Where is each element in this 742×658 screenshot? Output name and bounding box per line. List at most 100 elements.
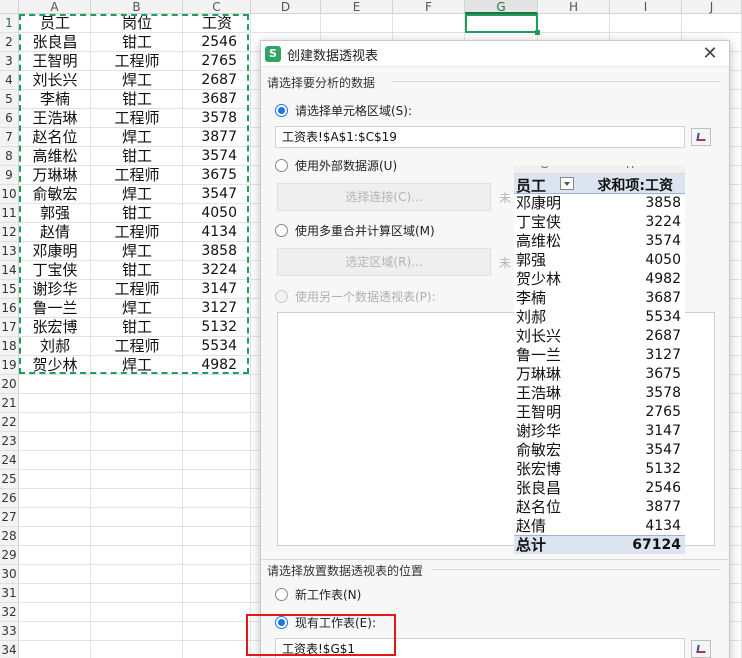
pivot-row[interactable]: 张良昌 2546 bbox=[514, 479, 685, 498]
option-cell-range-label: 请选择单元格区域(S): bbox=[295, 103, 413, 118]
select-all-corner[interactable] bbox=[0, 0, 19, 14]
pivot-row[interactable]: 鲁一兰 3127 bbox=[514, 346, 685, 365]
row-header[interactable]: 28 bbox=[0, 527, 19, 546]
annotation-highlight-box bbox=[246, 614, 396, 656]
row-header[interactable]: 33 bbox=[0, 622, 19, 641]
pivot-row[interactable]: 谢珍华 3147 bbox=[514, 422, 685, 441]
row-header[interactable]: 3 bbox=[0, 52, 19, 71]
row-header[interactable]: 4 bbox=[0, 71, 19, 90]
column-header[interactable]: F bbox=[393, 0, 465, 14]
connection-status-label: 未 bbox=[499, 191, 512, 205]
row-header[interactable]: 8 bbox=[0, 147, 19, 166]
column-header[interactable]: H bbox=[538, 0, 610, 14]
pivot-row[interactable]: 王智明 2765 bbox=[514, 403, 685, 422]
row-header[interactable]: 30 bbox=[0, 565, 19, 584]
option-multi-consolidation[interactable]: 使用多重合并计算区域(M) bbox=[275, 221, 435, 239]
row-header[interactable]: 11 bbox=[0, 204, 19, 223]
pivot-row-name: 谢珍华 bbox=[516, 422, 562, 440]
row-header[interactable]: 16 bbox=[0, 299, 19, 318]
pivot-row-value: 3127 bbox=[645, 347, 681, 363]
column-header[interactable]: J bbox=[682, 0, 742, 14]
row-header[interactable]: 15 bbox=[0, 280, 19, 299]
range-input[interactable]: 工资表!$A$1:$C$19 bbox=[275, 126, 685, 148]
row-header[interactable]: 6 bbox=[0, 109, 19, 128]
pivot-row-name: 刘长兴 bbox=[516, 327, 562, 345]
column-header[interactable]: A bbox=[19, 0, 91, 14]
row-header[interactable]: 24 bbox=[0, 451, 19, 470]
pivot-column-strip: G H bbox=[514, 166, 685, 174]
column-header[interactable]: I bbox=[610, 0, 682, 14]
column-header[interactable]: C bbox=[183, 0, 251, 14]
column-header[interactable]: B bbox=[91, 0, 183, 14]
column-header[interactable]: D bbox=[251, 0, 321, 14]
radio-disabled-icon bbox=[275, 289, 288, 303]
pivot-row[interactable]: 郭强 4050 bbox=[514, 251, 685, 270]
row-header[interactable]: 32 bbox=[0, 603, 19, 622]
pivot-row[interactable]: 丁宝侠 3224 bbox=[514, 213, 685, 232]
pivot-row-name: 张宏博 bbox=[516, 460, 562, 478]
pivot-row[interactable]: 刘郝 5534 bbox=[514, 308, 685, 327]
pivot-col-h-label: H bbox=[626, 166, 634, 171]
pivot-row[interactable]: 高维松 3574 bbox=[514, 232, 685, 251]
filter-dropdown-icon[interactable] bbox=[560, 177, 574, 190]
section-destination-title: 请选择放置数据透视表的位置 bbox=[267, 564, 424, 578]
pivot-row-value: 5534 bbox=[645, 309, 681, 325]
row-header[interactable]: 23 bbox=[0, 432, 19, 451]
row-header[interactable]: 14 bbox=[0, 261, 19, 280]
active-cell-g1[interactable] bbox=[465, 14, 540, 35]
pivot-row-name: 贺少林 bbox=[516, 270, 562, 288]
option-external-source[interactable]: 使用外部数据源(U) bbox=[275, 156, 397, 174]
row-header[interactable]: 31 bbox=[0, 584, 19, 603]
pivot-row[interactable]: 赵名位 3877 bbox=[514, 498, 685, 517]
row-header[interactable]: 7 bbox=[0, 128, 19, 147]
pivot-row-name: 高维松 bbox=[516, 232, 562, 250]
close-icon[interactable]: ✕ bbox=[701, 43, 719, 64]
pivot-row-name: 王浩琳 bbox=[516, 384, 562, 402]
option-cell-range[interactable]: 请选择单元格区域(S): bbox=[275, 101, 412, 119]
radio-selected-icon[interactable] bbox=[275, 103, 288, 117]
row-header[interactable]: 22 bbox=[0, 413, 19, 432]
radio-icon[interactable] bbox=[275, 158, 288, 172]
row-header[interactable]: 17 bbox=[0, 318, 19, 337]
dialog-title-bar[interactable]: S 创建数据透视表 ✕ bbox=[261, 41, 729, 67]
row-header[interactable]: 2 bbox=[0, 33, 19, 52]
row-header[interactable]: 13 bbox=[0, 242, 19, 261]
radio-icon[interactable] bbox=[275, 587, 288, 601]
radio-icon[interactable] bbox=[275, 223, 288, 237]
pivot-row[interactable]: 俞敏宏 3547 bbox=[514, 441, 685, 460]
pivot-row[interactable]: 赵倩 4134 bbox=[514, 517, 685, 536]
pivot-row[interactable]: 贺少林 4982 bbox=[514, 270, 685, 289]
row-header[interactable]: 34 bbox=[0, 641, 19, 658]
row-header[interactable]: 27 bbox=[0, 508, 19, 527]
row-header[interactable]: 29 bbox=[0, 546, 19, 565]
row-header[interactable]: 25 bbox=[0, 470, 19, 489]
row-header[interactable]: 18 bbox=[0, 337, 19, 356]
row-header[interactable]: 9 bbox=[0, 166, 19, 185]
pivot-row-value: 5132 bbox=[645, 461, 681, 477]
pivot-table-preview: G H 员工 求和项:工资 邓康明 3858 丁宝侠 3224 高维松 3574 郭强 405… bbox=[514, 166, 685, 554]
range-picker-button[interactable] bbox=[691, 128, 711, 146]
destination-picker-button[interactable] bbox=[691, 640, 711, 658]
pivot-row[interactable]: 李楠 3687 bbox=[514, 289, 685, 308]
pivot-row[interactable]: 邓康明 3858 bbox=[514, 194, 685, 213]
row-header[interactable]: 5 bbox=[0, 90, 19, 109]
row-header[interactable]: 26 bbox=[0, 489, 19, 508]
row-header[interactable]: 12 bbox=[0, 223, 19, 242]
row-header[interactable]: 20 bbox=[0, 375, 19, 394]
select-connection-button[interactable]: 选择连接(C)... bbox=[277, 183, 491, 211]
row-header[interactable]: 1 bbox=[0, 14, 19, 33]
row-header[interactable]: 19 bbox=[0, 356, 19, 375]
option-new-sheet[interactable]: 新工作表(N) bbox=[275, 585, 361, 603]
pivot-row[interactable]: 万琳琳 3675 bbox=[514, 365, 685, 384]
column-header[interactable]: G bbox=[465, 0, 538, 14]
pivot-row-name: 郭强 bbox=[516, 251, 547, 269]
divider bbox=[261, 559, 731, 560]
column-header[interactable]: E bbox=[321, 0, 393, 14]
pivot-row[interactable]: 张宏博 5132 bbox=[514, 460, 685, 479]
pivot-row[interactable]: 刘长兴 2687 bbox=[514, 327, 685, 346]
row-header[interactable]: 21 bbox=[0, 394, 19, 413]
select-region-button[interactable]: 选定区域(R)... bbox=[277, 248, 491, 276]
pivot-row-value: 4050 bbox=[645, 252, 681, 268]
row-header[interactable]: 10 bbox=[0, 185, 19, 204]
pivot-row[interactable]: 王浩琳 3578 bbox=[514, 384, 685, 403]
